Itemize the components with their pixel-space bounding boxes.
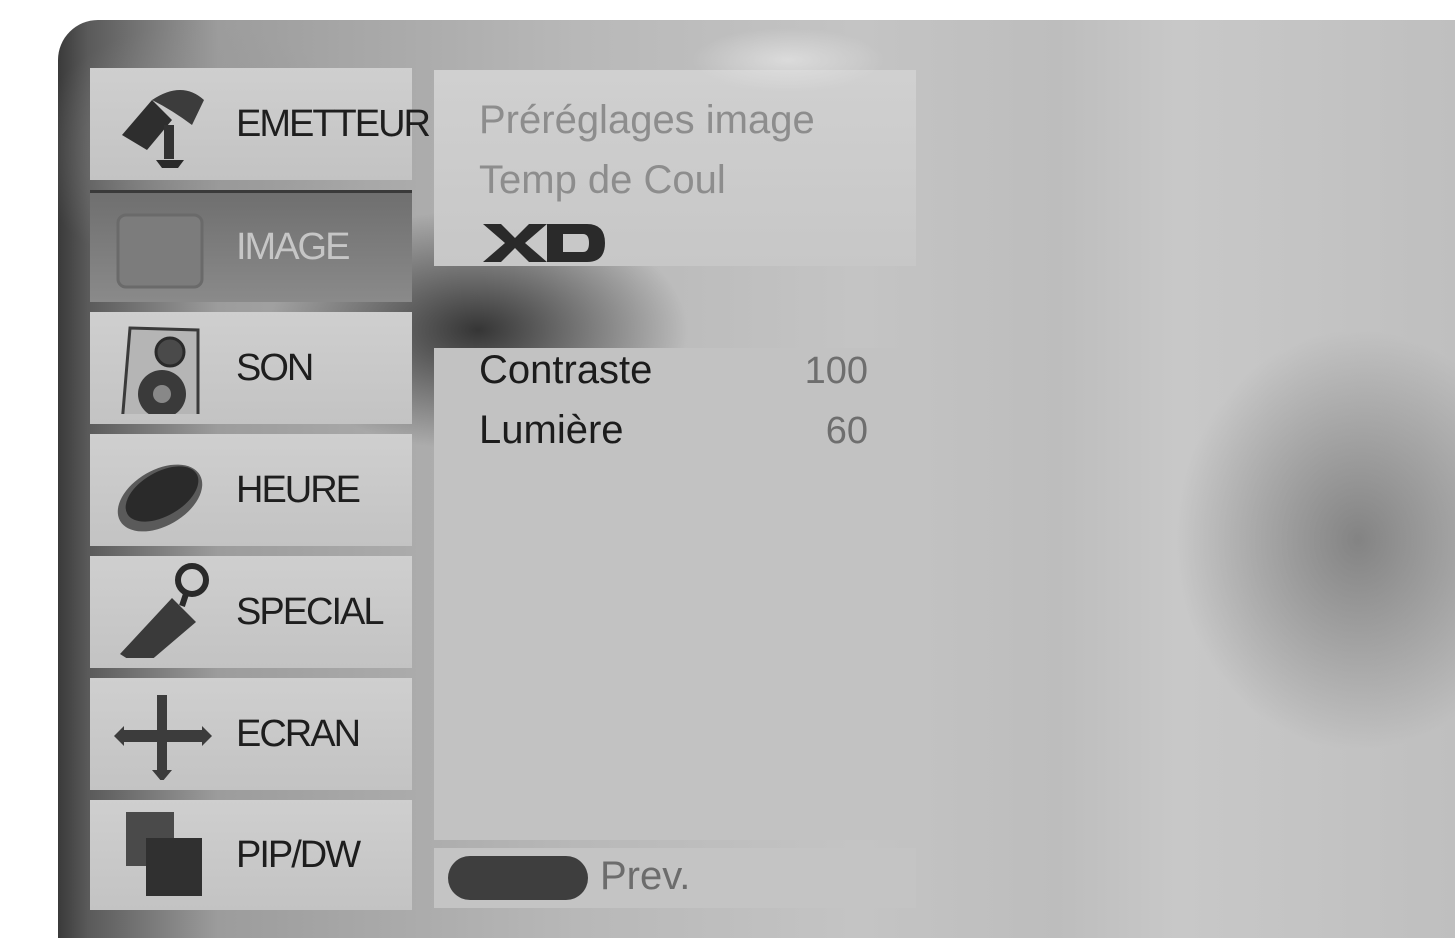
contrast-value: 100 bbox=[804, 350, 868, 392]
menu-item-label: ECRAN bbox=[236, 712, 361, 755]
satellite-dish-icon bbox=[122, 90, 204, 168]
xd-logo-icon bbox=[483, 224, 605, 262]
menu-item-image[interactable]: IMAGE bbox=[90, 190, 412, 302]
menu-item-emetteur[interactable]: EMETTEUR bbox=[90, 68, 431, 180]
image-submenu: Préréglages image Temp de Coul XD bbox=[434, 70, 916, 266]
menu-item-label: SON bbox=[236, 346, 314, 389]
footer-bar: Prev. bbox=[434, 848, 916, 908]
submenu-item-color-temp[interactable]: Temp de Coul bbox=[479, 158, 726, 203]
menu-item-label: HEURE bbox=[236, 468, 361, 511]
menu-item-label: SPECIAL bbox=[236, 590, 385, 633]
picture-icon bbox=[116, 213, 204, 289]
submenu-item-xd[interactable]: XD bbox=[479, 220, 609, 266]
menu-item-special[interactable]: SPECIAL bbox=[90, 556, 412, 668]
key-tag-icon bbox=[120, 563, 209, 658]
speaker-icon bbox=[121, 326, 200, 414]
remote-button-icon[interactable] bbox=[448, 856, 588, 900]
prev-label: Prev. bbox=[600, 854, 691, 898]
menu-item-son[interactable]: SON bbox=[90, 312, 412, 424]
menu-item-label: EMETTEUR bbox=[236, 102, 431, 145]
brightness-value: 60 bbox=[825, 410, 868, 452]
brightness-label: Lumière bbox=[479, 408, 624, 452]
menu-item-pip-dw[interactable]: PIP/DW bbox=[90, 800, 412, 910]
clock-icon bbox=[117, 464, 203, 532]
contrast-label: Contraste bbox=[479, 348, 653, 392]
move-arrows-icon bbox=[114, 695, 212, 780]
pip-icon bbox=[126, 812, 202, 896]
menu-item-ecran[interactable]: ECRAN bbox=[90, 678, 412, 790]
menu-item-label: IMAGE bbox=[236, 226, 350, 268]
tv-osd-screen: EMETTEUR IMAGE SON HEURE SPECIAL ECRAN P… bbox=[58, 20, 1455, 938]
menu-item-heure[interactable]: HEURE bbox=[90, 434, 412, 546]
submenu-item-picture-presets[interactable]: Préréglages image bbox=[479, 98, 815, 143]
adjustments-panel: Contraste 100 Lumière 60 bbox=[434, 348, 916, 840]
menu-item-label: PIP/DW bbox=[236, 833, 361, 876]
